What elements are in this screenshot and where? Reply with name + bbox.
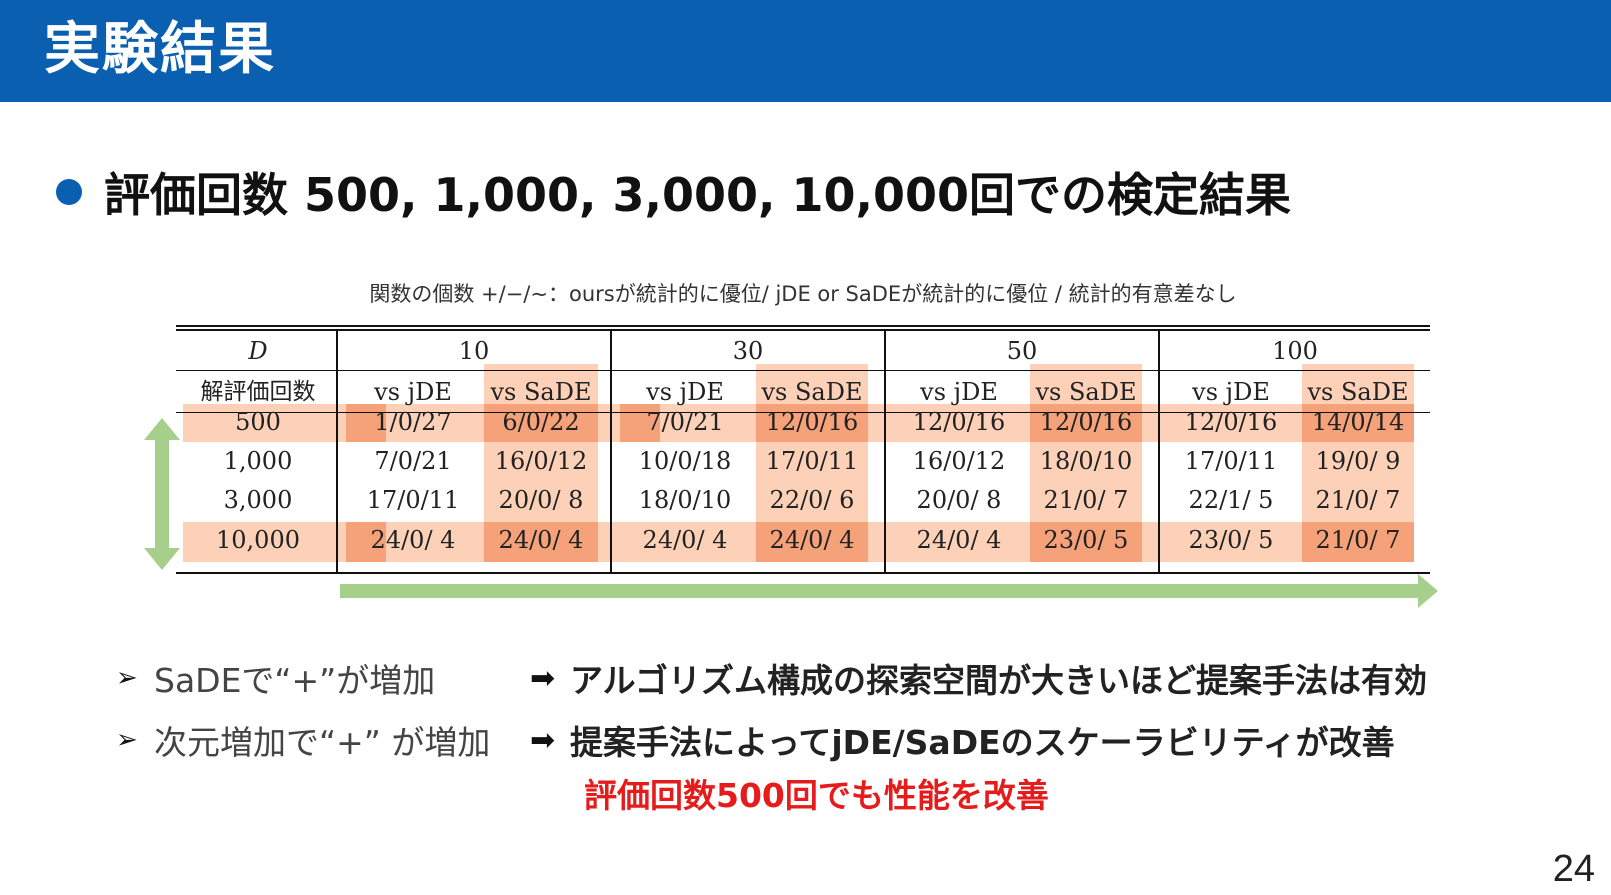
- dimension-header: 100: [1272, 337, 1318, 365]
- result-cell: 6/0/22: [502, 408, 580, 436]
- dimension-header: 30: [732, 337, 764, 365]
- result-cell: 16/0/12: [494, 447, 588, 475]
- horizontal-arrow-icon: [340, 574, 1438, 608]
- result-cell: 23/0/ 5: [1043, 526, 1129, 554]
- result-cell: 7/0/21: [374, 447, 452, 475]
- result-cell: 19/0/ 9: [1315, 447, 1401, 475]
- result-cell: 12/0/16: [1039, 408, 1133, 436]
- result-cell: 10/0/18: [638, 447, 732, 475]
- result-cell: 21/0/ 7: [1315, 526, 1401, 554]
- result-cell: 21/0/ 7: [1315, 486, 1401, 514]
- result-cell: 20/0/ 8: [916, 486, 1002, 514]
- row-evals-label: 3,000: [223, 486, 293, 514]
- result-cell: 18/0/10: [638, 486, 732, 514]
- result-cell: 7/0/21: [646, 408, 724, 436]
- result-cell: 17/0/11: [765, 447, 859, 475]
- table-top-rule: [176, 325, 1430, 327]
- result-cell: 22/0/ 6: [769, 486, 855, 514]
- finding-conclusion: ➡ アルゴリズム構成の探索空間が大きいほど提案手法は有効: [530, 652, 1427, 704]
- observation-text: 次元増加で“+” が増加: [154, 723, 491, 762]
- arrowhead-bullet-icon: ➢: [116, 663, 138, 693]
- result-cell: 24/0/ 4: [370, 526, 456, 554]
- row-evals-label: 10,000: [216, 526, 300, 554]
- arrowhead-bullet-icon: ➢: [116, 725, 138, 755]
- conclusion-text: アルゴリズム構成の探索空間が大きいほど提案手法は有効: [570, 661, 1428, 700]
- row-evals-label: 500: [235, 408, 281, 436]
- vertical-double-arrow-icon: [144, 418, 180, 570]
- result-cell: 1/0/27: [374, 408, 452, 436]
- row-evals-label: 1,000: [223, 447, 293, 475]
- result-cell: 22/1/ 5: [1188, 486, 1274, 514]
- result-cell: 12/0/16: [765, 408, 859, 436]
- result-cell: 21/0/ 7: [1043, 486, 1129, 514]
- finding-conclusion: ➡ 提案手法によってjDE/SaDEのスケーラビリティが改善: [530, 714, 1395, 766]
- finding-observation: ➢ 次元増加で“+” が増加: [116, 714, 490, 766]
- dimension-header: 50: [1006, 337, 1038, 365]
- result-cell: 17/0/11: [366, 486, 460, 514]
- corner-label: D: [248, 337, 268, 365]
- conclusion-text: 提案手法によってjDE/SaDEのスケーラビリティが改善: [570, 723, 1395, 762]
- result-cell: 23/0/ 5: [1188, 526, 1274, 554]
- result-cell: 24/0/ 4: [642, 526, 728, 554]
- result-cell: 12/0/16: [1184, 408, 1278, 436]
- result-cell: 14/0/14: [1311, 408, 1405, 436]
- result-cell: 24/0/ 4: [498, 526, 584, 554]
- result-cell: 12/0/16: [912, 408, 1006, 436]
- dimension-header: 10: [458, 337, 490, 365]
- page-number: 24: [1552, 848, 1595, 890]
- result-cell: 17/0/11: [1184, 447, 1278, 475]
- results-table: D 10 30 50 100 解評価回数 vs jDE vs SaDE vs j…: [0, 0, 1611, 620]
- result-cell: 16/0/12: [912, 447, 1006, 475]
- right-arrow-icon: ➡: [530, 660, 556, 696]
- result-cell: 24/0/ 4: [916, 526, 1002, 554]
- right-arrow-icon: ➡: [530, 722, 556, 758]
- result-cell: 18/0/10: [1039, 447, 1133, 475]
- highlight-note: 評価回数500回でも性能を改善: [584, 776, 1049, 815]
- finding-observation: ➢ SaDEで“+”が増加: [116, 652, 435, 704]
- observation-text: SaDEで“+”が増加: [154, 661, 436, 700]
- result-cell: 24/0/ 4: [769, 526, 855, 554]
- result-cell: 20/0/ 8: [498, 486, 584, 514]
